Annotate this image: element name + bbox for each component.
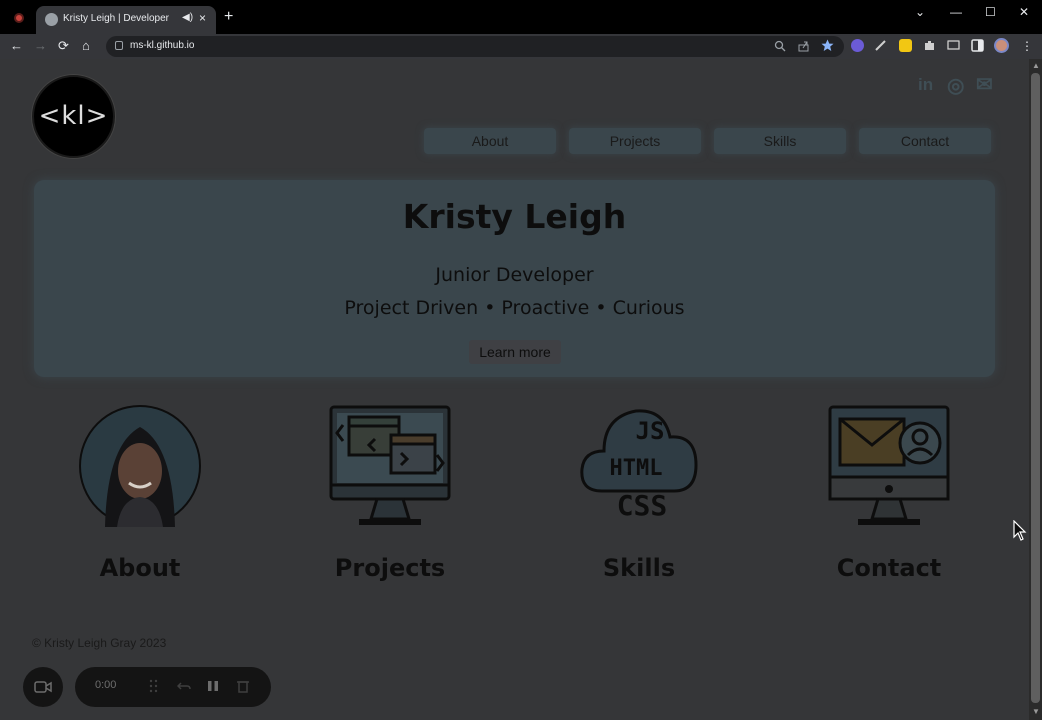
tab-search-icon[interactable]: ⌄ (915, 5, 925, 19)
scrollbar-thumb[interactable] (1031, 73, 1040, 703)
url-text[interactable]: ms-kl.github.io (130, 40, 194, 51)
web-page: <kl> in ◎ ✉ About Projects Skills Contac… (0, 59, 1029, 720)
share-icon[interactable] (798, 40, 810, 52)
hero-panel: Kristy Leigh Junior Developer Project Dr… (34, 180, 995, 377)
pause-icon[interactable] (207, 680, 219, 692)
recording-timer: 0:00 (95, 679, 117, 691)
forward-button[interactable]: → (34, 38, 47, 53)
html-text: HTML (610, 456, 663, 481)
mouse-cursor-icon (1013, 520, 1027, 541)
recording-indicator-icon (14, 13, 24, 23)
scroll-down-arrow-icon[interactable]: ▼ (1032, 707, 1040, 716)
hero-tagline: Project Driven • Proactive • Curious (344, 297, 685, 319)
mail-monitor-icon[interactable] (828, 405, 950, 527)
profile-photo[interactable] (79, 405, 201, 527)
drag-handle-icon[interactable] (149, 679, 159, 693)
menu-icon[interactable]: ⋮ (1021, 39, 1033, 53)
reload-button[interactable]: ⟳ (58, 38, 69, 54)
css-text: CSS (617, 489, 668, 522)
maximize-button[interactable]: ☐ (985, 5, 996, 19)
zoom-icon[interactable] (774, 40, 786, 52)
contact-card-label[interactable]: Contact (824, 554, 954, 582)
lock-icon[interactable] (115, 41, 123, 50)
learn-more-button[interactable]: Learn more (469, 340, 561, 364)
undo-icon[interactable] (177, 680, 191, 692)
js-html-css-cloud-icon[interactable]: JS HTML CSS (578, 405, 700, 527)
profile-avatar[interactable] (994, 38, 1009, 53)
tab-strip: Kristy Leigh | Developer ◀) × + ⌄ — ☐ ✕ (0, 0, 1042, 34)
hero-name: Kristy Leigh (402, 197, 627, 236)
recorder-controls: 0:00 (75, 667, 271, 707)
nav-about[interactable]: About (424, 128, 556, 154)
footer-copyright: © Kristy Leigh Gray 2023 (32, 636, 167, 650)
linkedin-icon[interactable]: in (918, 75, 933, 95)
video-camera-icon (34, 681, 52, 693)
address-bar[interactable]: ms-kl.github.io (106, 36, 844, 57)
cast-icon[interactable] (947, 39, 960, 52)
speaker-icon[interactable]: ◀) (182, 12, 193, 23)
browser-toolbar: ← → ⟳ ⌂ ms-kl.github.io ⋮ (0, 34, 1042, 59)
projects-card-label[interactable]: Projects (325, 554, 455, 582)
logo-text: <kl> (38, 101, 109, 131)
browser-window: Kristy Leigh | Developer ◀) × + ⌄ — ☐ ✕ … (0, 0, 1042, 720)
browser-tab[interactable]: Kristy Leigh | Developer ◀) × (36, 6, 216, 34)
minimize-button[interactable]: — (950, 5, 962, 19)
nav-contact[interactable]: Contact (859, 128, 991, 154)
camera-toggle-button[interactable] (23, 667, 63, 707)
side-panel-icon[interactable] (971, 39, 984, 52)
about-card-label[interactable]: About (75, 554, 205, 582)
js-text: JS (636, 417, 665, 445)
nav-skills[interactable]: Skills (714, 128, 846, 154)
tab-title: Kristy Leigh | Developer (63, 13, 169, 24)
mail-icon[interactable]: ✉ (976, 72, 993, 97)
puzzle-extensions-icon[interactable] (923, 39, 936, 52)
nav-projects[interactable]: Projects (569, 128, 701, 154)
globe-icon (45, 13, 58, 26)
pen-icon[interactable] (874, 39, 887, 52)
close-window-button[interactable]: ✕ (1019, 5, 1029, 19)
site-logo[interactable]: <kl> (32, 75, 115, 158)
home-button[interactable]: ⌂ (82, 38, 90, 53)
extension-atom-icon[interactable] (851, 39, 864, 52)
bookmark-star-icon[interactable] (821, 39, 834, 52)
tab-close-icon[interactable]: × (199, 11, 206, 25)
trash-icon[interactable] (237, 679, 249, 693)
vertical-scrollbar[interactable]: ▲ ▼ (1029, 59, 1042, 720)
new-tab-button[interactable]: + (224, 8, 233, 26)
hero-role: Junior Developer (435, 264, 594, 286)
sticky-note-icon[interactable] (899, 39, 912, 52)
skills-card-label[interactable]: Skills (574, 554, 704, 582)
scroll-up-arrow-icon[interactable]: ▲ (1032, 61, 1040, 70)
code-monitor-icon[interactable] (329, 405, 451, 527)
back-button[interactable]: ← (10, 38, 23, 53)
github-icon[interactable]: ◎ (947, 73, 964, 98)
